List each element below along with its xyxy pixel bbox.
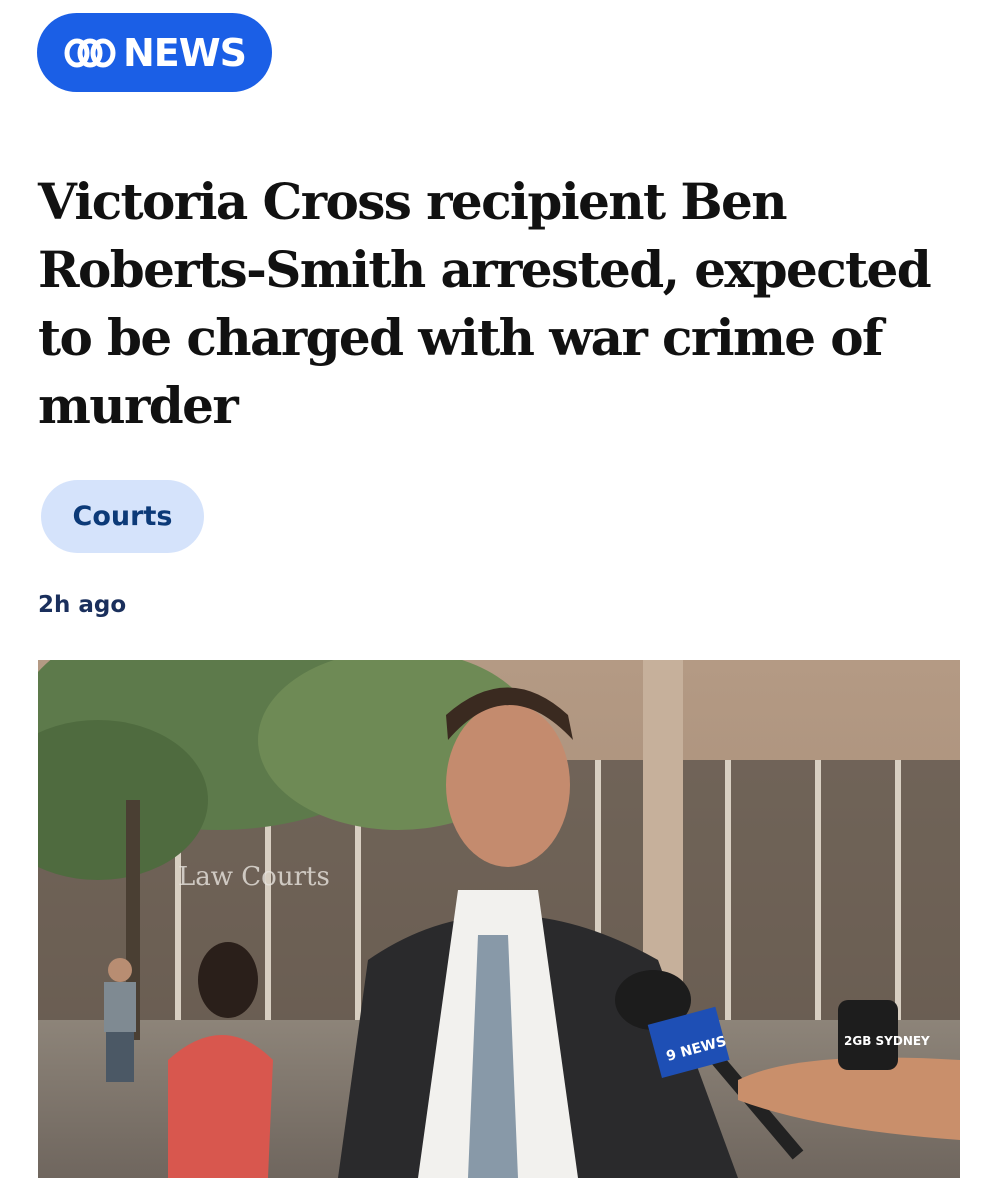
building-sign: Law Courts [178,862,330,892]
tag-courts[interactable]: Courts [41,480,204,553]
svg-text:2GB SYDNEY: 2GB SYDNEY [844,1034,930,1048]
logo-inner: NEWS [63,30,247,75]
article-headline[interactable]: Victoria Cross recipient Ben Roberts-Smi… [38,168,958,440]
article-hero-image[interactable]: Law Courts 9 NEWS 2GB SYDNEY [38,660,960,1178]
abc-news-logo[interactable]: NEWS [37,13,272,92]
abc-logo-icon [64,38,116,67]
article-timestamp: 2h ago [38,592,127,618]
logo-text: NEWS [122,30,247,75]
hero-photo: Law Courts 9 NEWS 2GB SYDNEY [38,660,960,1178]
